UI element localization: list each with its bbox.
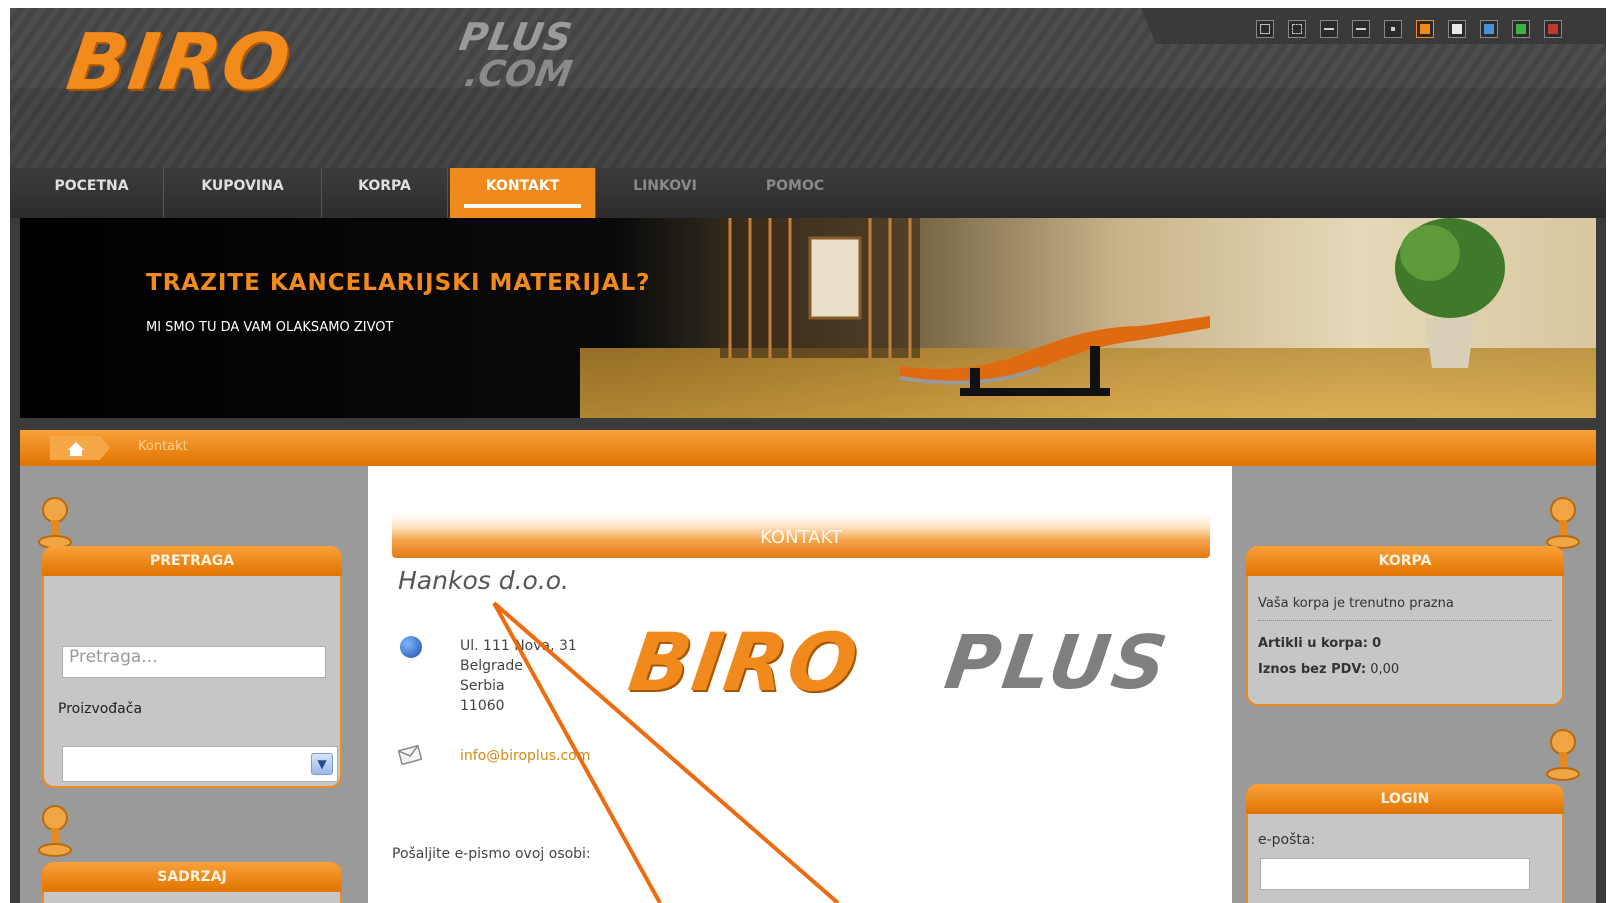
manufacturer-select[interactable]: ▼ [62,746,338,782]
cart-items-label: Artikli u korpa: [1258,636,1368,651]
main-nav: POCETNA KUPOVINA KORPA KONTAKT LINKOVI P… [10,168,1606,218]
nav-item-kupovina[interactable]: KUPOVINA [164,168,322,218]
fit-width-icon[interactable] [1256,20,1274,38]
color-red-icon[interactable] [1544,20,1562,38]
contact-email-link[interactable]: info@biroplus.com [460,748,590,764]
font-increase-icon[interactable] [1320,20,1338,38]
pushpin-icon [38,805,72,857]
cart-items-row: Artikli u korpa: 0 [1258,636,1381,651]
color-green-icon[interactable] [1512,20,1530,38]
site-logo-plus: PLUS [456,15,577,59]
login-box: LOGIN e-pošta: [1246,784,1564,903]
cart-box-title: KORPA [1246,546,1564,576]
search-box: PRETRAGA Pretraga... Proizvođača ▼ [42,546,342,788]
login-email-input[interactable] [1260,858,1530,890]
color-blue-icon[interactable] [1480,20,1498,38]
cart-total-value: 0,00 [1370,662,1400,677]
content-box-title: SADRZAJ [42,862,342,892]
cart-items-value: 0 [1372,636,1382,651]
nav-item-korpa[interactable]: KORPA [322,168,448,218]
biroplus-logo-plus: PLUS [939,620,1175,706]
contact-header: KONTAKT [392,514,1210,558]
mail-icon [398,744,422,766]
banner-chair-image [899,316,1210,396]
search-box-title: PRETRAGA [42,546,342,576]
nav-item-linkovi[interactable]: LINKOVI [610,168,720,218]
fullscreen-icon[interactable] [1288,20,1306,38]
cart-divider [1258,620,1552,621]
cart-box: KORPA Vaša korpa je trenutno prazna Arti… [1246,546,1564,706]
home-icon[interactable] [50,436,110,460]
banner-subtitle: MI SMO TU DA VAM OLAKSAMO ZIVOT [146,320,394,335]
address-street: Ul. 111 Nova, 31 [460,638,577,654]
biroplus-logo: BIRO PLUS [623,616,1174,709]
content-box: SADRZAJ [42,862,342,903]
breadcrumb-current: Kontakt [138,439,188,454]
company-name: Hankos d.o.o. [398,566,570,595]
site-logo-com: .COM [461,54,576,95]
pushpin-icon [1546,729,1580,781]
site-logo[interactable]: BIRO [62,18,297,108]
address-country: Serbia [460,678,505,694]
color-white-icon[interactable] [1448,20,1466,38]
address-city: Belgrade [460,658,523,674]
site-header: BIRO PLUS .COM [10,8,1606,168]
address-postcode: 11060 [460,698,505,714]
breadcrumb: Kontakt [20,430,1596,466]
login-email-label: e-pošta: [1258,832,1316,848]
send-email-label: Pošaljite e-pismo ovoj osobi: [392,846,591,862]
font-reset-icon[interactable] [1384,20,1402,38]
main-content: KONTAKT Hankos d.o.o. Ul. 111 Nova, 31 B… [368,466,1232,903]
hero-banner: TRAZITE KANCELARIJSKI MATERIJAL? MI SMO … [20,218,1596,418]
cart-total-row: Iznos bez PDV: 0,00 [1258,662,1399,677]
cart-total-label: Iznos bez PDV: [1258,662,1367,677]
cart-empty-text: Vaša korpa je trenutno prazna [1258,596,1454,611]
chevron-down-icon[interactable]: ▼ [311,753,333,775]
search-input[interactable]: Pretraga... [62,646,326,678]
nav-item-kontakt[interactable]: KONTAKT [450,168,596,218]
content-area: PRETRAGA Pretraga... Proizvođača ▼ SADRZ… [20,466,1596,903]
biroplus-logo-main: BIRO [623,616,865,709]
banner-title: TRAZITE KANCELARIJSKI MATERIJAL? [146,270,651,296]
font-decrease-icon[interactable] [1352,20,1370,38]
banner-plant-image [1395,218,1505,368]
nav-item-pocetna[interactable]: POCETNA [20,168,164,218]
color-orange-icon[interactable] [1416,20,1434,38]
login-box-title: LOGIN [1246,784,1564,814]
globe-icon [400,636,422,658]
nav-item-pomoc[interactable]: POMOC [740,168,850,218]
manufacturer-label: Proizvođača [58,701,143,717]
style-switcher [1141,8,1606,44]
page: BIRO PLUS .COM POCETNA KUPOVINA KORPA KO… [10,8,1606,903]
